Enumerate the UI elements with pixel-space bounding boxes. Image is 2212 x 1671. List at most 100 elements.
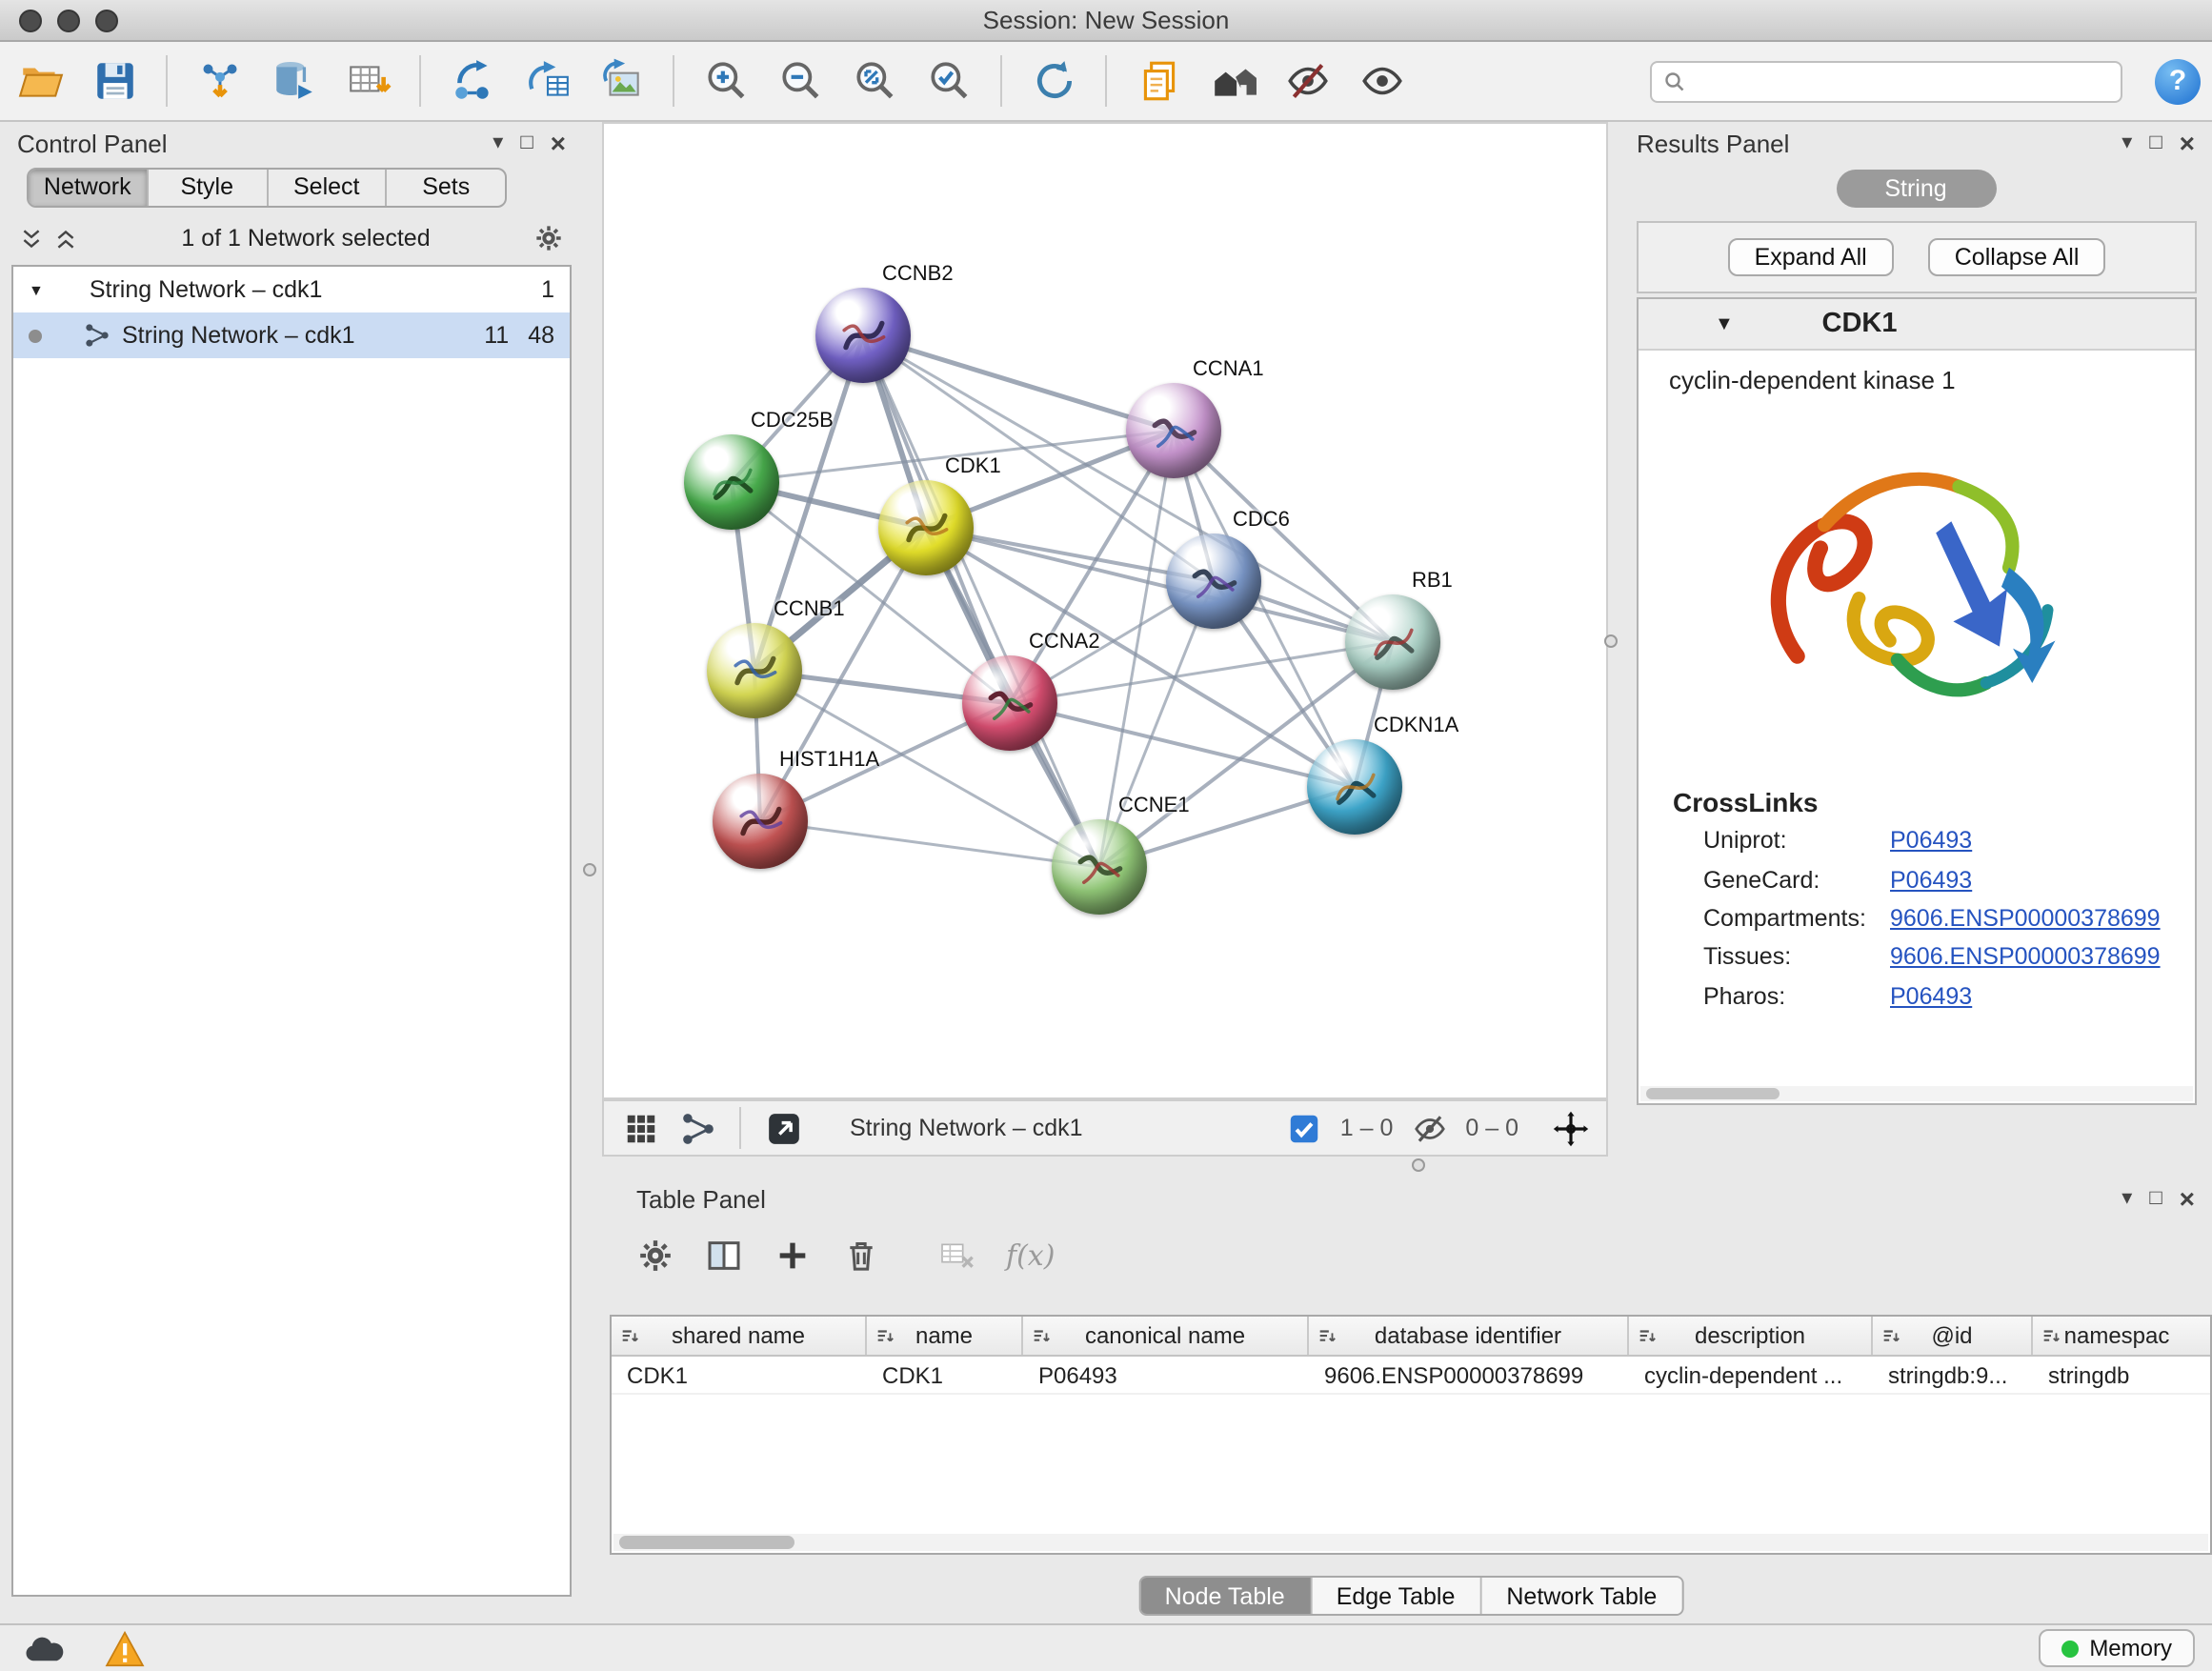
scrollbar-thumb[interactable] xyxy=(1646,1088,1780,1099)
column-header-canonical-name[interactable]: canonical name xyxy=(1023,1317,1309,1355)
network-node-cdc25b[interactable] xyxy=(684,434,779,530)
expand-all-button[interactable]: Expand All xyxy=(1728,238,1894,276)
network-share-icon[interactable] xyxy=(676,1107,718,1149)
zoom-fit-icon[interactable] xyxy=(846,52,903,110)
left-splitter-handle[interactable] xyxy=(583,863,596,876)
import-network-from-file-icon[interactable] xyxy=(191,52,248,110)
network-node-ccnb2[interactable] xyxy=(815,288,911,383)
tab-select[interactable]: Select xyxy=(268,170,388,206)
crosslink-tissues-link[interactable]: 9606.ENSP00000378699 xyxy=(1890,944,2161,971)
network-options-gear-icon[interactable] xyxy=(533,223,564,253)
network-node-ccne1[interactable] xyxy=(1052,819,1147,915)
close-panel-icon[interactable]: × xyxy=(551,130,566,156)
bottom-splitter-handle[interactable] xyxy=(1412,1158,1425,1172)
cloud-icon[interactable] xyxy=(17,1629,70,1667)
column-header-shared-name[interactable]: shared name xyxy=(612,1317,867,1355)
close-panel-icon[interactable]: × xyxy=(2180,130,2195,156)
right-splitter-handle[interactable] xyxy=(1604,634,1618,648)
tab-network-table[interactable]: Network Table xyxy=(1481,1578,1681,1614)
network-node-ccnb1[interactable] xyxy=(707,623,802,718)
network-share-icon xyxy=(84,322,111,349)
help-icon[interactable]: ? xyxy=(2155,58,2201,104)
hide-selected-eye-slash-icon[interactable] xyxy=(1278,52,1336,110)
network-node-label: HIST1H1A xyxy=(779,749,879,772)
column-header-namespace[interactable]: namespac xyxy=(2033,1317,2201,1355)
show-columns-icon[interactable] xyxy=(705,1237,743,1275)
protein-ribbon-thumb xyxy=(1139,396,1208,465)
expand-all-icon[interactable] xyxy=(53,226,78,251)
selected-checkbox-icon[interactable] xyxy=(1283,1107,1325,1149)
open-session-icon[interactable] xyxy=(11,52,69,110)
network-collection-row[interactable]: ▼ String Network – cdk1 1 xyxy=(13,267,570,312)
network-node-cdk1[interactable] xyxy=(878,480,974,575)
memory-button[interactable]: Memory xyxy=(2038,1629,2195,1667)
import-network-from-database-icon[interactable] xyxy=(265,52,322,110)
crosslink-compartments-link[interactable]: 9606.ENSP00000378699 xyxy=(1890,905,2161,932)
zoom-selected-icon[interactable] xyxy=(920,52,977,110)
maximize-panel-icon[interactable]: □ xyxy=(520,132,533,153)
pan-crosshair-icon[interactable] xyxy=(1549,1107,1591,1149)
collapse-all-button[interactable]: Collapse All xyxy=(1928,238,2106,276)
import-table-icon[interactable] xyxy=(339,52,396,110)
network-row-selected[interactable]: String Network – cdk1 11 48 xyxy=(13,312,570,358)
float-panel-icon[interactable]: ▾ xyxy=(493,132,503,153)
search-input[interactable] xyxy=(1696,68,2109,94)
column-header-database-identifier[interactable]: database identifier xyxy=(1309,1317,1629,1355)
search-field[interactable] xyxy=(1650,60,2122,102)
home-icon[interactable] xyxy=(1204,52,1261,110)
zoom-out-icon[interactable] xyxy=(772,52,829,110)
network-node-rb1[interactable] xyxy=(1345,594,1440,690)
network-canvas[interactable]: CCNB2CCNA1CDC25BCDK1CDC6RB1CCNB1CCNA2CDK… xyxy=(602,122,1608,1099)
gene-description: cyclin-dependent kinase 1 xyxy=(1639,351,2195,394)
export-network-icon[interactable] xyxy=(762,1107,804,1149)
network-node-ccna2[interactable] xyxy=(962,655,1057,751)
float-panel-icon[interactable]: ▾ xyxy=(2122,1188,2132,1209)
tab-edge-table[interactable]: Edge Table xyxy=(1312,1578,1482,1614)
tab-style[interactable]: Style xyxy=(149,170,269,206)
save-session-icon[interactable] xyxy=(86,52,143,110)
table-options-gear-icon[interactable] xyxy=(636,1237,674,1275)
network-node-label: CDKN1A xyxy=(1374,715,1458,737)
tab-network[interactable]: Network xyxy=(29,170,149,206)
warning-icon[interactable] xyxy=(97,1629,151,1667)
network-to-table-icon[interactable] xyxy=(518,52,575,110)
new-network-icon[interactable] xyxy=(444,52,501,110)
export-image-icon[interactable] xyxy=(593,52,650,110)
network-node-ccna1[interactable] xyxy=(1126,383,1221,478)
network-view-title: String Network – cdk1 xyxy=(850,1115,1083,1141)
hidden-eye-slash-icon[interactable] xyxy=(1408,1107,1450,1149)
column-header-id[interactable]: @id xyxy=(1873,1317,2033,1355)
network-node-cdkn1a[interactable] xyxy=(1307,739,1402,835)
maximize-panel-icon[interactable]: □ xyxy=(2149,1188,2162,1209)
show-all-eye-icon[interactable] xyxy=(1353,52,1410,110)
scrollbar-thumb[interactable] xyxy=(619,1536,794,1549)
copy-document-icon[interactable] xyxy=(1130,52,1187,110)
table-horizontal-scrollbar[interactable] xyxy=(613,1534,2208,1551)
results-tab-string[interactable]: String xyxy=(1836,170,1996,208)
column-header-description[interactable]: description xyxy=(1629,1317,1873,1355)
network-node-cdc6[interactable] xyxy=(1166,534,1261,629)
refresh-view-icon[interactable] xyxy=(1025,52,1082,110)
table-row[interactable]: CDK1 CDK1 P06493 9606.ENSP00000378699 cy… xyxy=(612,1357,2210,1395)
float-panel-icon[interactable]: ▾ xyxy=(2122,132,2132,153)
tab-sets[interactable]: Sets xyxy=(388,170,506,206)
crosslink-uniprot-link[interactable]: P06493 xyxy=(1890,827,1972,854)
tab-node-table[interactable]: Node Table xyxy=(1140,1578,1312,1614)
maximize-panel-icon[interactable]: □ xyxy=(2149,132,2162,153)
crosslink-pharos-link[interactable]: P06493 xyxy=(1890,982,1972,1009)
delete-column-trash-icon[interactable] xyxy=(842,1237,880,1275)
crosslink-genecard-link[interactable]: P06493 xyxy=(1890,866,1972,893)
collapse-all-icon[interactable] xyxy=(19,226,44,251)
close-panel-icon[interactable]: × xyxy=(2180,1185,2195,1212)
network-node-hist1h1a[interactable] xyxy=(713,774,808,869)
birds-eye-view-icon[interactable] xyxy=(619,1107,661,1149)
selected-node-edge-count: 1 – 0 xyxy=(1340,1115,1394,1141)
gene-section-header[interactable]: ▼ CDK1 xyxy=(1639,299,2195,351)
results-horizontal-scrollbar[interactable] xyxy=(1640,1086,2193,1101)
zoom-in-icon[interactable] xyxy=(697,52,754,110)
tree-expanded-icon[interactable]: ▼ xyxy=(29,281,44,298)
column-header-name[interactable]: name xyxy=(867,1317,1023,1355)
section-expanded-icon[interactable]: ▼ xyxy=(1715,313,1734,334)
add-column-icon[interactable] xyxy=(774,1237,812,1275)
cell-shared-name: CDK1 xyxy=(612,1357,867,1393)
